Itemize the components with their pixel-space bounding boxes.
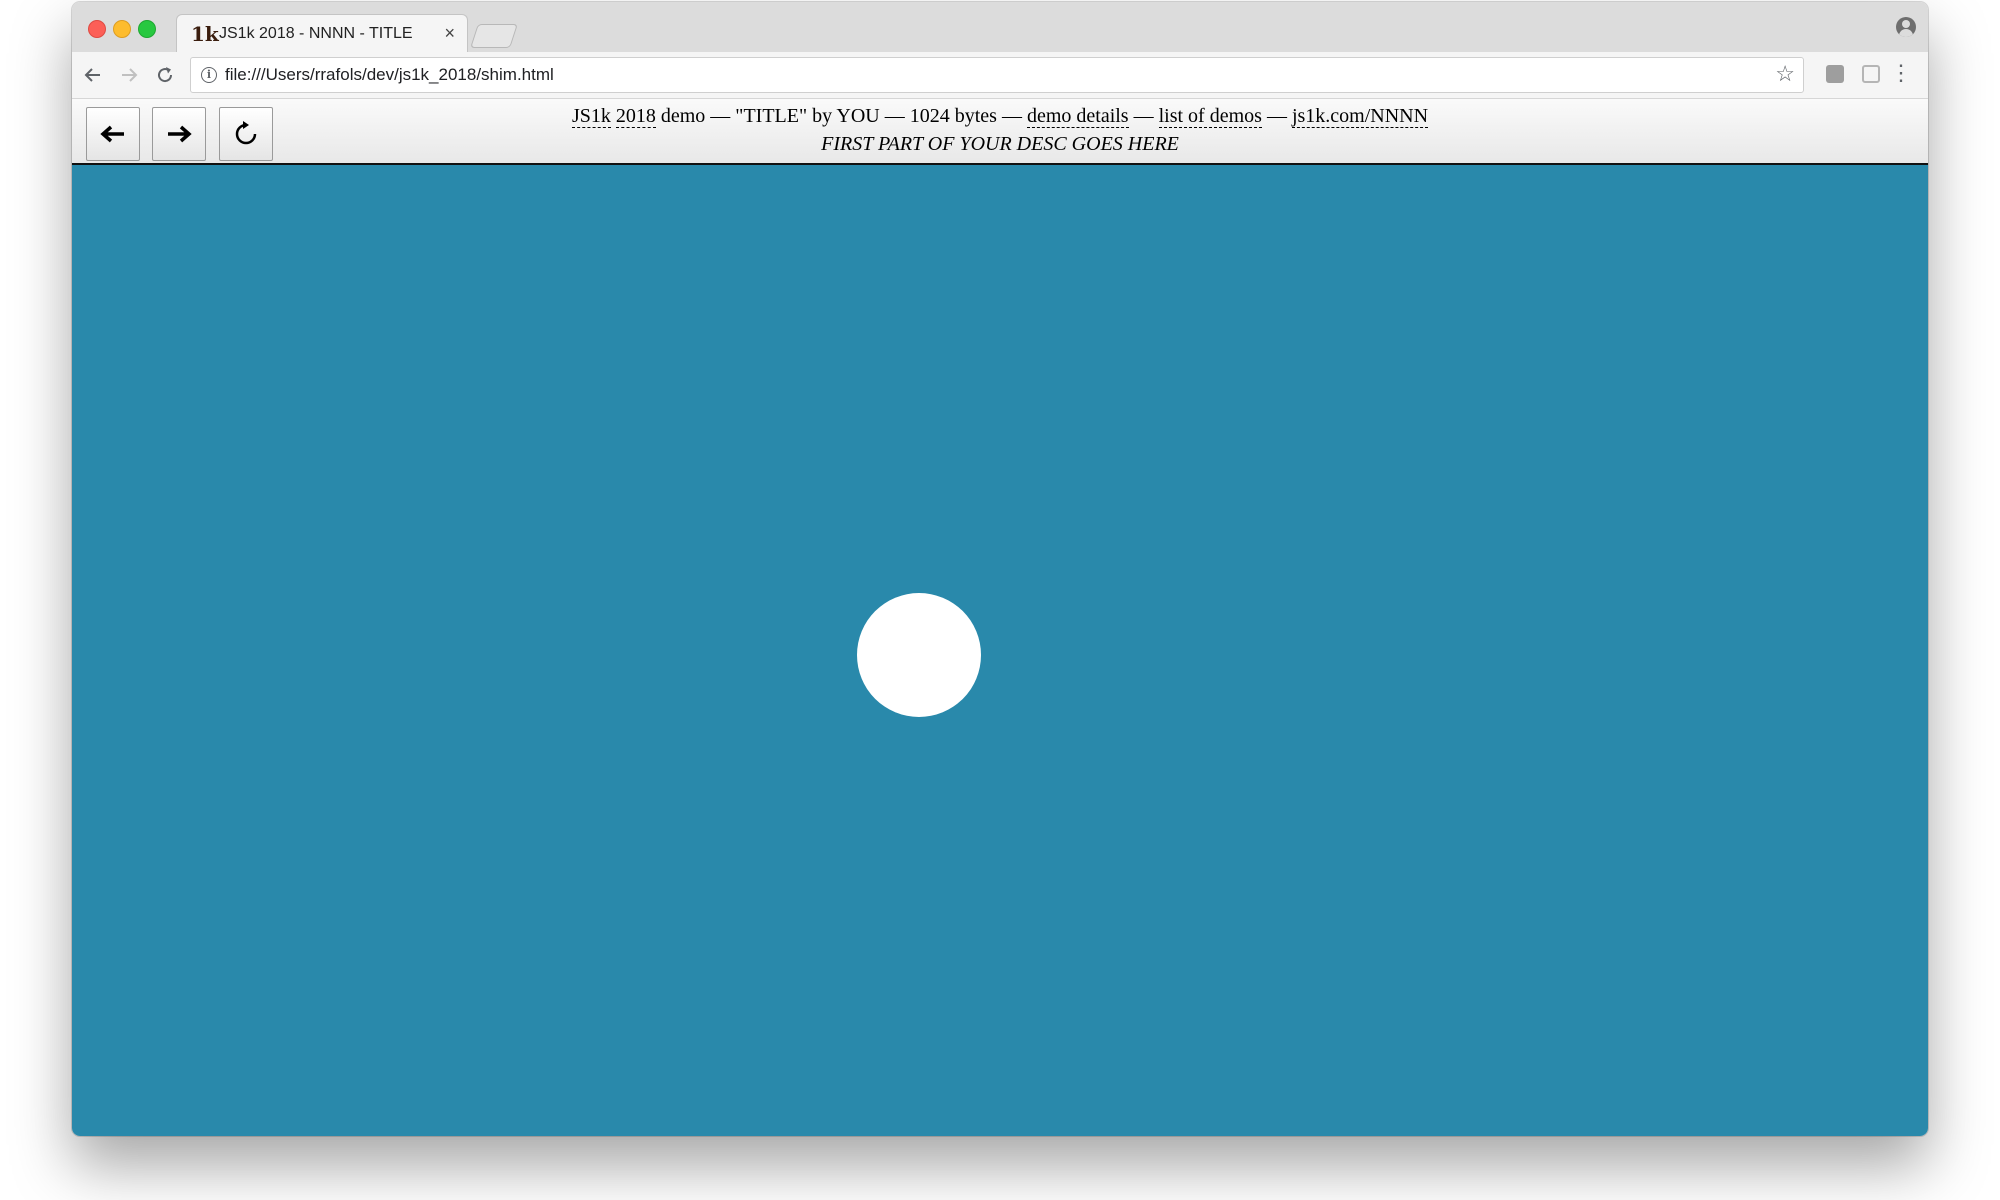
short-url-link[interactable]: js1k.com/NNNN <box>1291 105 1429 128</box>
url-text[interactable]: file:///Users/rrafols/dev/js1k_2018/shim… <box>225 65 554 85</box>
browser-window: 1k JS1k 2018 - NNNN - TITLE × i file:///… <box>72 2 1928 1136</box>
tab-close-icon[interactable]: × <box>444 23 455 44</box>
demo-meta-text: demo — "TITLE" by YOU — 1024 bytes — <box>660 105 1027 127</box>
star-icon[interactable]: ☆ <box>1775 61 1795 87</box>
demo-canvas[interactable] <box>72 165 1928 1136</box>
address-bar[interactable]: i file:///Users/rrafols/dev/js1k_2018/sh… <box>190 57 1804 93</box>
favicon-icon: 1k <box>191 22 219 46</box>
reader-icon[interactable] <box>1862 65 1880 83</box>
separator-text: — <box>1133 105 1159 127</box>
page-content: JS1k 2018 demo — "TITLE" by YOU — 1024 b… <box>72 99 1928 1136</box>
js1k-link[interactable]: JS1k <box>571 105 611 128</box>
js1k-shim-header: JS1k 2018 demo — "TITLE" by YOU — 1024 b… <box>72 99 1928 165</box>
browser-toolbar: i file:///Users/rrafols/dev/js1k_2018/sh… <box>72 52 1928 99</box>
forward-icon[interactable] <box>114 60 144 90</box>
year-link[interactable]: 2018 <box>615 105 656 128</box>
tab-strip: 1k JS1k 2018 - NNNN - TITLE × <box>72 2 1928 54</box>
minimize-window-button[interactable] <box>113 20 131 38</box>
demo-description: FIRST PART OF YOUR DESC GOES HERE <box>821 133 1179 155</box>
back-icon[interactable] <box>78 60 108 90</box>
demo-info-line: JS1k 2018 demo — "TITLE" by YOU — 1024 b… <box>72 105 1928 128</box>
tab-title: JS1k 2018 - NNNN - TITLE <box>219 25 413 42</box>
new-tab-button[interactable] <box>470 24 518 48</box>
tab-active[interactable]: 1k JS1k 2018 - NNNN - TITLE × <box>176 14 468 54</box>
white-ball <box>857 593 981 717</box>
zoom-window-button[interactable] <box>138 20 156 38</box>
list-of-demos-link[interactable]: list of demos <box>1158 105 1262 128</box>
demo-details-link[interactable]: demo details <box>1026 105 1129 128</box>
close-window-button[interactable] <box>88 20 106 38</box>
info-icon[interactable]: i <box>201 67 217 83</box>
extension-icon[interactable] <box>1826 65 1844 83</box>
separator-text: — <box>1266 105 1292 127</box>
menu-icon[interactable]: ⋮ <box>1890 62 1912 84</box>
profile-icon[interactable] <box>1896 17 1916 37</box>
reload-icon[interactable] <box>150 60 180 90</box>
